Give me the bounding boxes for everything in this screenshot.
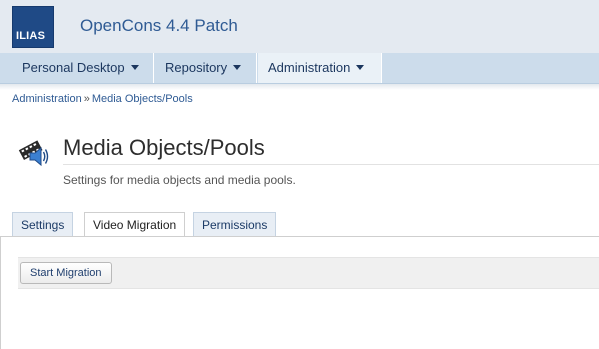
menu-label-repository: Repository [165, 60, 228, 75]
page-description: Settings for media objects and media poo… [63, 173, 296, 187]
tab-permissions[interactable]: Permissions [193, 212, 277, 237]
page-title: Media Objects/Pools [63, 135, 265, 160]
menu-personal-desktop[interactable]: Personal Desktop [12, 53, 154, 83]
tab-video-migration[interactable]: Video Migration [84, 212, 186, 238]
breadcrumb-media-objects-pools[interactable]: Media Objects/Pools [92, 93, 193, 105]
menu-label-administration: Administration [268, 60, 351, 75]
breadcrumb: Administration» Media Objects/Pools [12, 93, 193, 105]
tab-settings[interactable]: Settings [12, 212, 74, 237]
title-divider [63, 164, 599, 165]
menu-label-personal-desktop: Personal Desktop [22, 60, 125, 75]
header-bar: ILIAS OpenCons 4.4 Patch [0, 0, 599, 53]
chevron-down-icon [356, 65, 365, 71]
media-objects-icon [18, 140, 49, 167]
menu-repository[interactable]: Repository [155, 53, 257, 83]
menu-administration[interactable]: Administration [258, 53, 382, 83]
chevron-down-icon [130, 65, 139, 71]
installation-title: OpenCons 4.4 Patch [80, 16, 238, 35]
breadcrumb-separator: » [83, 93, 90, 105]
start-migration-button[interactable]: Start Migration [20, 262, 112, 284]
content-area [0, 237, 599, 349]
menu-shadow [0, 84, 599, 90]
logo-text: ILIAS [16, 30, 46, 42]
breadcrumb-administration[interactable]: Administration [12, 93, 82, 105]
ilias-logo[interactable]: ILIAS [12, 6, 54, 48]
main-menu: Personal Desktop Repository Administrati… [0, 53, 599, 84]
chevron-down-icon [233, 65, 242, 71]
